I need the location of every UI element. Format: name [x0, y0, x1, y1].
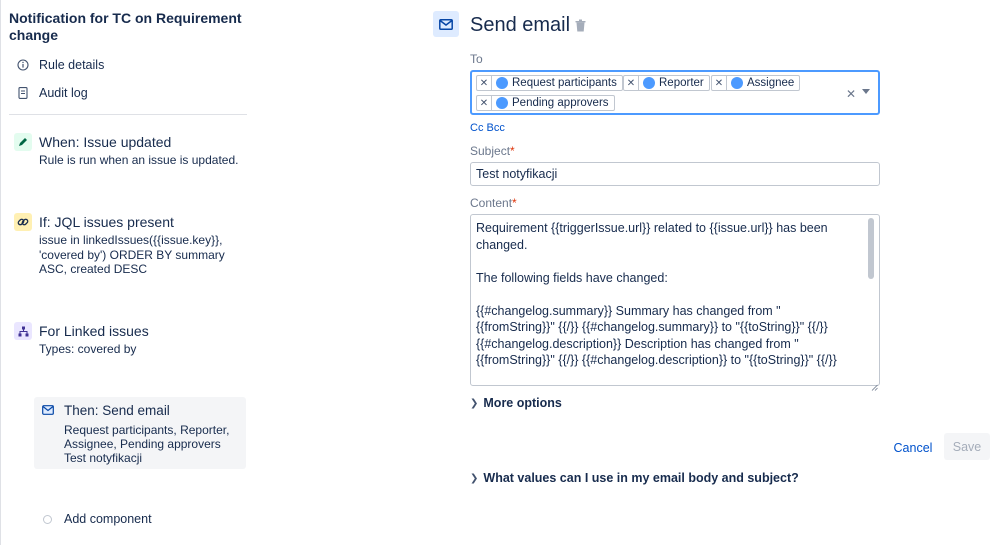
chevron-down-icon[interactable]: [862, 89, 870, 94]
pencil-icon: [14, 133, 32, 151]
content-label-text: Content: [470, 196, 513, 210]
content-scrollbar[interactable]: [868, 218, 874, 279]
email-icon: [433, 11, 459, 37]
save-button[interactable]: Save: [944, 433, 990, 460]
user-group-icon: [496, 97, 508, 109]
recipient-label: Pending approvers: [512, 97, 609, 109]
nav-audit-log[interactable]: Audit log: [17, 83, 88, 103]
subject-label-text: Subject: [470, 144, 511, 158]
content-line: [476, 253, 855, 270]
content-textarea[interactable]: Requirement {{triggerIssue.url}} related…: [470, 214, 880, 386]
document-icon: [17, 87, 29, 99]
nav-label: Audit log: [39, 86, 88, 100]
required-mark: *: [510, 144, 515, 158]
recipient-chip[interactable]: ✕ Reporter: [623, 75, 710, 91]
remove-chip-icon[interactable]: ✕: [712, 76, 726, 90]
remove-chip-icon[interactable]: ✕: [477, 96, 491, 110]
user-group-icon: [731, 77, 743, 89]
hierarchy-icon: [14, 322, 32, 340]
step-title: For Linked issues: [39, 323, 149, 339]
resize-handle-icon[interactable]: [871, 378, 878, 391]
link-icon: [14, 213, 32, 231]
divider: [9, 114, 247, 115]
add-component-label: Add component: [64, 512, 152, 526]
user-group-icon: [496, 77, 508, 89]
info-icon: [17, 59, 29, 71]
trash-icon[interactable]: [574, 18, 586, 32]
recipient-label: Assignee: [747, 77, 795, 89]
step-branch[interactable]: For Linked issues Types: covered by: [14, 322, 244, 362]
left-panel-border: [0, 0, 1, 545]
chevron-right-icon: ❯: [470, 397, 479, 409]
rule-title: Notification for TC on Requirement chang…: [9, 10, 242, 43]
to-label: To: [470, 52, 483, 66]
step-description: Rule is run when an issue is updated.: [39, 153, 239, 167]
content-label: Content*: [470, 196, 517, 210]
chevron-right-icon: ❯: [470, 472, 479, 484]
required-mark: *: [512, 196, 517, 210]
recipient-label: Request participants: [512, 77, 617, 89]
subject-label: Subject*: [470, 144, 515, 158]
help-values-toggle[interactable]: ❯ What values can I use in my email body…: [470, 471, 799, 485]
step-description: Types: covered by: [39, 342, 137, 356]
step-when[interactable]: When: Issue updated Rule is run when an …: [14, 133, 244, 173]
nav-label: Rule details: [39, 58, 105, 72]
help-values-label: What values can I use in my email body a…: [483, 471, 799, 485]
recipient-label: Reporter: [659, 77, 704, 89]
email-icon: [41, 403, 55, 417]
clear-recipients-icon[interactable]: ✕: [846, 87, 856, 101]
step-description-line: Test notyfikacji: [64, 451, 143, 465]
recipient-chip[interactable]: ✕ Pending approvers: [476, 95, 615, 111]
more-options-toggle[interactable]: ❯ More options: [470, 396, 562, 410]
cc-bcc-link[interactable]: Cc Bcc: [470, 122, 505, 134]
remove-chip-icon[interactable]: ✕: [477, 76, 491, 90]
step-description-line: Assignee, Pending approvers: [64, 437, 221, 451]
remove-chip-icon[interactable]: ✕: [624, 76, 638, 90]
add-component-button[interactable]: Add component: [43, 512, 152, 526]
step-if[interactable]: If: JQL issues present issue in linkedIs…: [14, 213, 244, 278]
nav-rule-details[interactable]: Rule details: [17, 55, 104, 75]
recipient-chip[interactable]: ✕ Assignee: [711, 75, 801, 91]
cancel-button[interactable]: Cancel: [889, 436, 937, 460]
step-title: Then: Send email: [64, 403, 170, 418]
recipient-chip[interactable]: ✕ Request participants: [476, 75, 623, 91]
step-title: If: JQL issues present: [39, 214, 174, 230]
content-line: {{#changelog.summary}} Summary has chang…: [476, 303, 837, 368]
step-then-selected[interactable]: Then: Send email Request participants, R…: [34, 397, 246, 469]
content-line: [476, 286, 855, 303]
subject-input[interactable]: Test notyfikacji: [470, 162, 880, 186]
content-line: The following fields have changed:: [476, 270, 668, 285]
more-options-label: More options: [483, 396, 562, 410]
user-group-icon: [643, 77, 655, 89]
step-description-line: Request participants, Reporter,: [64, 423, 230, 437]
add-component-dot-icon: [43, 514, 52, 524]
step-title: When: Issue updated: [39, 134, 172, 150]
action-title: Send email: [470, 14, 571, 36]
to-recipients-field[interactable]: ✕ Request participants ✕ Reporter ✕ Assi…: [470, 70, 880, 115]
step-description: issue in linkedIssues({{issue.key}}, 'co…: [39, 233, 225, 276]
content-line: Requirement {{triggerIssue.url}} related…: [476, 221, 828, 252]
